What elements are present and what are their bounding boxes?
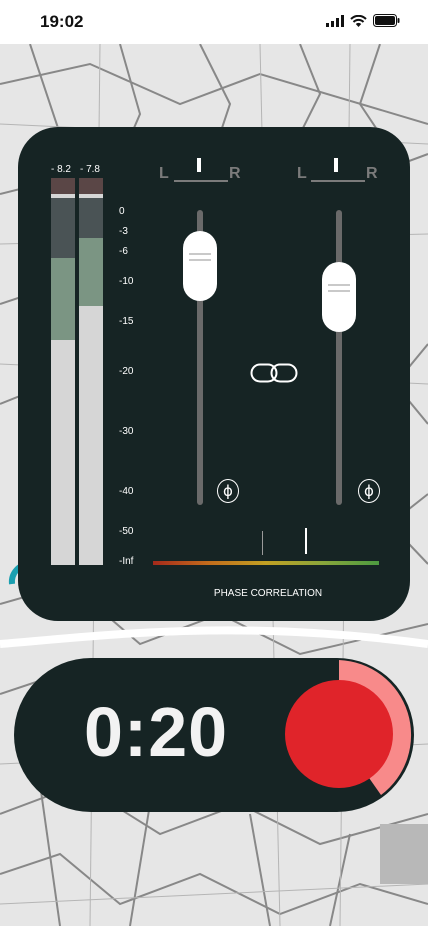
channel-2-pan-left-label: L (297, 165, 307, 182)
link-channels-icon[interactable] (250, 363, 298, 383)
correlation-center-tick (262, 531, 263, 555)
mixer-panel: - 8.2 - 7.8 0 -3 -6 -10 -15 -20 -30 -40 … (18, 127, 410, 621)
scale-label: 0 (119, 206, 125, 217)
channel-1-pan-control[interactable] (174, 158, 228, 182)
right-level-meter (79, 178, 103, 565)
scale-label: -30 (119, 426, 134, 437)
scale-label: -3 (119, 226, 128, 237)
wifi-icon (350, 14, 367, 27)
channel-1-pan-left-label: L (159, 165, 169, 182)
channel-1-fader-knob[interactable] (183, 231, 217, 301)
channel-2-fader-track[interactable] (336, 210, 342, 505)
phase-correlation-scale (153, 561, 379, 565)
scale-label: -6 (119, 246, 128, 257)
battery-icon (373, 14, 400, 27)
status-time: 19:02 (40, 12, 84, 31)
phase-correlation-label: PHASE CORRELATION (213, 588, 323, 599)
scale-label: -40 (119, 486, 134, 497)
cellular-signal-icon (326, 14, 344, 27)
recording-time: 0:20 (84, 693, 229, 771)
channel-2-fader-knob[interactable] (322, 262, 356, 332)
scale-label: -20 (119, 366, 134, 377)
left-level-meter (51, 178, 75, 565)
correlation-indicator (305, 528, 307, 554)
status-bar: 19:02 (0, 0, 428, 44)
right-meter-readout: - 7.8 (79, 164, 100, 175)
channel-1-pan-right-label: R (229, 165, 241, 182)
scale-label: -50 (119, 526, 134, 537)
channel-2-pan-right-label: R (366, 165, 378, 182)
scale-label: -10 (119, 276, 134, 287)
peak-indicator (79, 178, 103, 194)
scale-label: -Inf (119, 556, 134, 567)
record-button[interactable] (285, 680, 393, 788)
scale-label: -15 (119, 316, 134, 327)
channel-2-pan-control[interactable] (311, 158, 365, 182)
recording-bar: 0:20 (14, 658, 414, 812)
left-meter-readout: - 8.2 (50, 164, 71, 175)
peak-indicator (51, 178, 75, 194)
channel-2-phase-invert-button[interactable]: ɸ (358, 479, 380, 503)
status-icons (326, 14, 400, 27)
channel-1-phase-invert-button[interactable]: ɸ (217, 479, 239, 503)
